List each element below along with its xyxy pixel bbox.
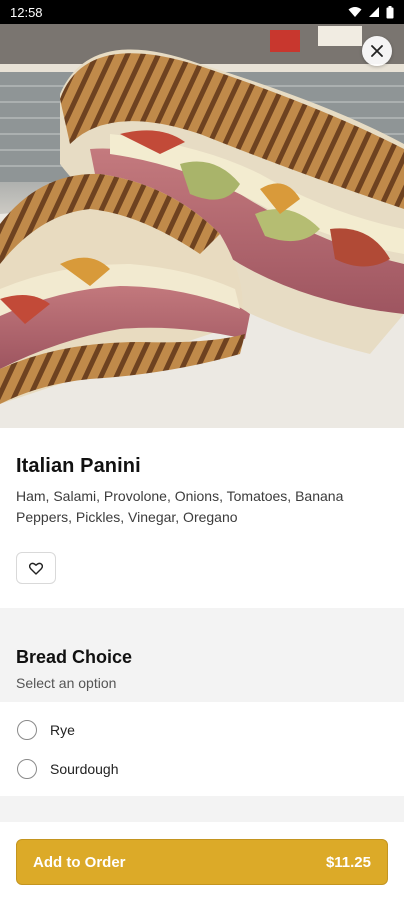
option-group-title: Bread Choice xyxy=(16,647,133,667)
option-label: Rye xyxy=(50,722,75,738)
status-time: 12:58 xyxy=(10,4,43,20)
price-label: $11.25 xyxy=(325,853,371,871)
battery-icon xyxy=(386,5,394,18)
close-button[interactable] xyxy=(362,36,392,66)
option-row-sourdough[interactable]: Sourdough xyxy=(0,750,404,788)
heart-outline-icon xyxy=(29,562,43,575)
option-group-subtitle: Select an option xyxy=(16,675,117,691)
close-icon xyxy=(371,45,383,57)
favorite-button[interactable] xyxy=(16,552,56,584)
option-row-rye[interactable]: Rye xyxy=(0,711,404,749)
status-bar: 12:58 xyxy=(0,0,404,24)
wifi-icon xyxy=(348,7,362,17)
option-label: Sourdough xyxy=(50,761,119,777)
radio-button-sourdough[interactable] xyxy=(17,759,37,779)
item-description: Ham, Salami, Provolone, Onions, Tomatoes… xyxy=(16,488,344,525)
sandwich-photo xyxy=(0,24,404,428)
item-hero-image xyxy=(0,24,404,428)
status-icons xyxy=(348,5,394,19)
signal-icon xyxy=(369,7,379,17)
radio-button-rye[interactable] xyxy=(17,720,37,740)
add-to-order-button[interactable]: Add to Order $11.25 xyxy=(16,839,388,885)
section-divider xyxy=(0,796,404,822)
add-to-order-label: Add to Order xyxy=(33,853,126,871)
item-title: Italian Panini xyxy=(16,455,141,477)
section-divider xyxy=(0,608,404,630)
